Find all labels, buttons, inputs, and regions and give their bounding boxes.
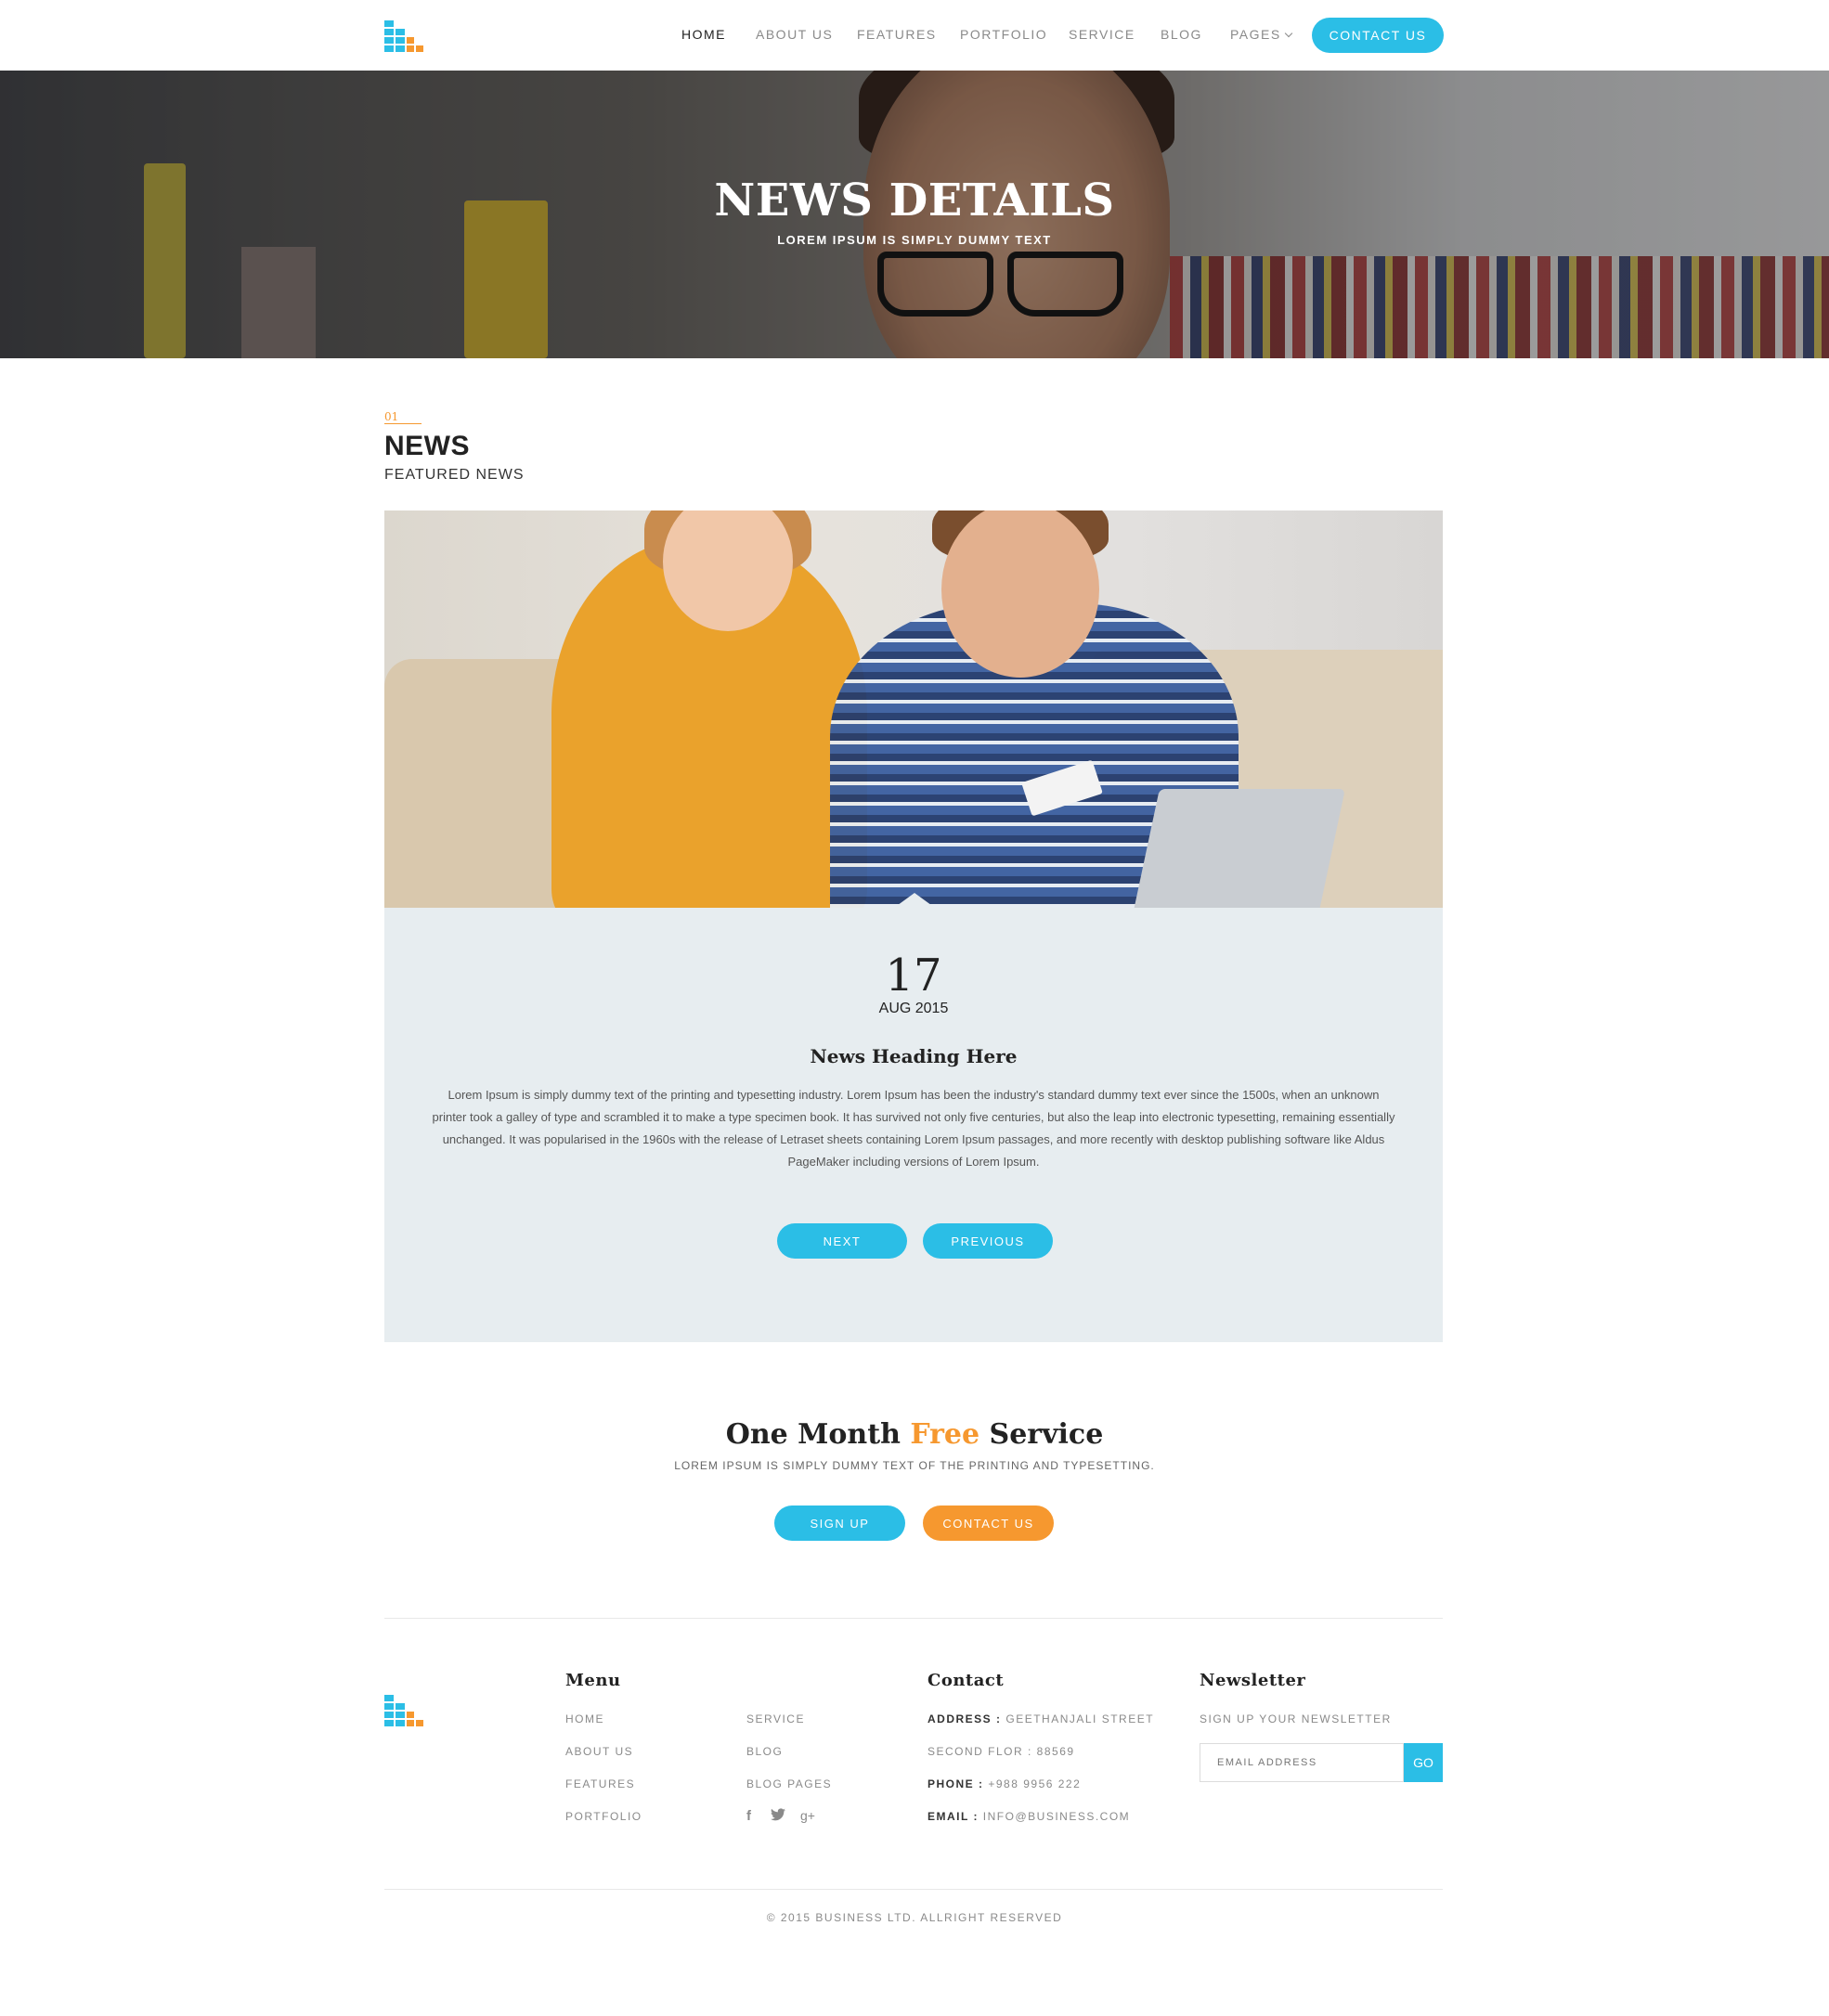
footer-link-portfolio[interactable]: PORTFOLIO [565,1810,642,1823]
email-value[interactable]: INFO@BUSINESS.COM [983,1810,1130,1823]
contact-phone: PHONE : +988 9956 222 [927,1777,1081,1790]
hero-subtitle: LOREM IPSUM IS SIMPLY DUMMY TEXT [777,233,1052,247]
news-date-month: AUG 2015 [878,1001,949,1016]
newsletter-email-input[interactable] [1200,1743,1404,1782]
cta-contact-button[interactable]: CONTACT US [923,1506,1054,1541]
news-content-box: 17 AUG 2015 News Heading Here Lorem Ipsu… [384,908,1443,1342]
footer-link-home[interactable]: HOME [565,1712,604,1725]
phone-label: PHONE : [927,1777,984,1790]
footer-logo-icon[interactable] [384,1695,423,1726]
hero-banner: NEWS DETAILS LOREM IPSUM IS SIMPLY DUMMY… [0,71,1829,358]
nav-portfolio[interactable]: PORTFOLIO [960,27,1047,42]
footer-bottom-divider [384,1889,1443,1890]
footer-top-divider [384,1618,1443,1619]
section-number: 01 [384,410,399,423]
footer-link-features[interactable]: FEATURES [565,1777,635,1790]
newsletter-text: SIGN UP YOUR NEWSLETTER [1200,1712,1392,1725]
address-value: GEETHANJALI STREET [1005,1712,1155,1725]
footer-newsletter-title: Newsletter [1200,1671,1306,1690]
cta-title-accent: Free [910,1418,980,1451]
cta-subtitle: LOREM IPSUM IS SIMPLY DUMMY TEXT OF THE … [674,1459,1155,1472]
hero-title: NEWS DETAILS [714,174,1115,226]
site-header: HOME ABOUT US FEATURES PORTFOLIO SERVICE… [0,0,1829,71]
email-label: EMAIL : [927,1810,979,1823]
news-box-notch [894,893,935,908]
footer-link-service[interactable]: SERVICE [746,1712,805,1725]
header-contact-button[interactable]: CONTACT US [1312,18,1444,53]
contact-address-line2: SECOND FLOR : 88569 [927,1745,1075,1758]
nav-home[interactable]: HOME [681,27,726,42]
section-divider [384,423,422,424]
news-date-day: 17 [885,950,942,1002]
footer-contact-title: Contact [927,1671,1005,1690]
news-heading: News Heading Here [810,1045,1018,1067]
nav-blog[interactable]: BLOG [1161,27,1202,42]
facebook-icon[interactable]: f [746,1808,751,1824]
nav-about-us[interactable]: ABOUT US [756,27,833,42]
footer-link-blog-pages[interactable]: BLOG PAGES [746,1777,832,1790]
sign-up-button[interactable]: SIGN UP [774,1506,905,1541]
previous-button[interactable]: PREVIOUS [923,1223,1053,1259]
address-label: ADDRESS : [927,1712,1002,1725]
nav-features[interactable]: FEATURES [857,27,937,42]
contact-address: ADDRESS : GEETHANJALI STREET [927,1712,1154,1725]
next-button[interactable]: NEXT [777,1223,907,1259]
nav-pages-label: PAGES [1230,27,1281,42]
footer-menu-title: Menu [565,1671,621,1690]
google-plus-icon[interactable]: g+ [800,1808,815,1823]
newsletter-go-button[interactable]: GO [1404,1743,1443,1782]
main-nav: HOME ABOUT US FEATURES PORTFOLIO SERVICE… [0,0,1829,71]
section-subtitle: FEATURED NEWS [384,467,525,483]
nav-service[interactable]: SERVICE [1069,27,1135,42]
phone-value: +988 9956 222 [988,1777,1082,1790]
footer-link-blog[interactable]: BLOG [746,1745,783,1758]
news-body: Lorem Ipsum is simply dummy text of the … [432,1088,1395,1169]
twitter-icon[interactable] [771,1808,785,1825]
news-featured-image [384,510,1443,908]
nav-pages[interactable]: PAGES [1230,27,1292,42]
cta-title-pre: One Month [725,1418,911,1451]
cta-title-post: Service [979,1418,1104,1451]
cta-title: One Month Free Service [0,1418,1829,1451]
footer-link-about-us[interactable]: ABOUT US [565,1745,633,1758]
contact-email: EMAIL : INFO@BUSINESS.COM [927,1810,1130,1823]
chevron-down-icon [1284,29,1292,38]
section-title: NEWS [384,431,470,461]
copyright-text: © 2015 BUSINESS LTD. ALLRIGHT RESERVED [766,1911,1063,1924]
